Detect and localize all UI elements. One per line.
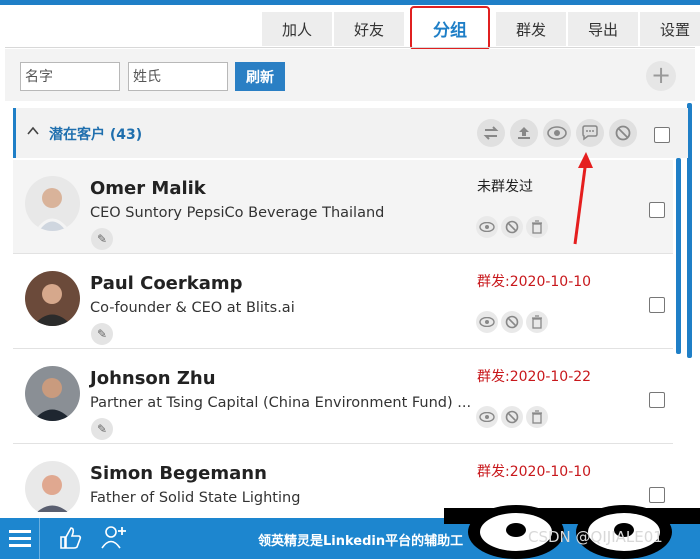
tab-friends[interactable]: 好友 <box>334 12 404 46</box>
contact-name[interactable]: Johnson Zhu <box>90 368 216 389</box>
contact-headline: Partner at Tsing Capital (China Environm… <box>90 395 472 411</box>
eye-icon[interactable] <box>476 406 498 428</box>
tab-groups[interactable]: 分组 <box>410 6 490 50</box>
group-title: 潜在客户 (43) <box>49 127 143 143</box>
edit-icon[interactable]: ✎ <box>91 323 113 345</box>
tab-settings[interactable]: 设置 <box>640 12 700 46</box>
avatar <box>25 271 80 326</box>
contact-headline: Co-founder & CEO at Blits.ai <box>90 300 295 316</box>
contact-headline: CEO Suntory PepsiCo Beverage Thailand <box>90 205 385 221</box>
block-icon[interactable] <box>501 216 523 238</box>
search-bar: 刷新 + <box>5 49 695 101</box>
trash-icon[interactable] <box>526 406 548 428</box>
eye-icon[interactable] <box>476 216 498 238</box>
contact-name[interactable]: Paul Coerkamp <box>90 273 243 294</box>
eye-icon[interactable] <box>543 119 571 147</box>
block-icon[interactable] <box>609 119 637 147</box>
glasses-watermark-icon <box>444 505 700 559</box>
last-name-input[interactable] <box>128 62 228 91</box>
list-item[interactable]: Paul Coerkamp Co-founder & CEO at Blits.… <box>13 255 673 349</box>
upload-icon[interactable] <box>510 119 538 147</box>
eye-icon[interactable] <box>476 311 498 333</box>
contact-select-checkbox[interactable] <box>649 297 665 313</box>
list-scrollbar[interactable] <box>676 158 681 354</box>
trash-icon[interactable] <box>526 311 548 333</box>
tab-add-people[interactable]: 加人 <box>262 12 332 46</box>
tab-export[interactable]: 导出 <box>568 12 638 46</box>
mass-message-status: 未群发过 <box>477 179 533 195</box>
mass-message-status: 群发:2020-10-22 <box>477 369 592 385</box>
add-group-button[interactable]: + <box>646 61 676 91</box>
top-accent-bar <box>0 0 700 5</box>
avatar <box>25 366 80 421</box>
contact-name[interactable]: Simon Begemann <box>90 463 267 484</box>
tab-mass-message[interactable]: 群发 <box>496 12 566 46</box>
hamburger-menu-icon[interactable] <box>0 518 40 559</box>
mass-message-status: 群发:2020-10-10 <box>477 274 592 290</box>
annotation-arrow <box>573 152 593 245</box>
group-select-checkbox[interactable] <box>654 127 670 143</box>
contact-headline: Father of Solid State Lighting <box>90 490 301 506</box>
thumbs-up-icon[interactable] <box>58 525 84 557</box>
avatar <box>25 461 80 512</box>
comment-icon[interactable] <box>576 119 604 147</box>
bottom-bar-tagline: 领英精灵是Linkedin平台的辅助工 <box>258 534 464 549</box>
contact-select-checkbox[interactable] <box>649 202 665 218</box>
block-icon[interactable] <box>501 406 523 428</box>
list-item[interactable]: Johnson Zhu Partner at Tsing Capital (Ch… <box>13 350 673 444</box>
chevron-up-icon[interactable] <box>26 124 40 138</box>
add-user-icon[interactable] <box>100 523 128 557</box>
avatar <box>25 176 80 231</box>
contact-select-checkbox[interactable] <box>649 392 665 408</box>
edit-icon[interactable]: ✎ <box>91 418 113 440</box>
edit-icon[interactable]: ✎ <box>91 228 113 250</box>
mass-message-status: 群发:2020-10-10 <box>477 464 592 480</box>
block-icon[interactable] <box>501 311 523 333</box>
tab-divider <box>5 47 695 48</box>
swap-icon[interactable] <box>477 119 505 147</box>
tab-bar: 加人 好友 分组 群发 导出 设置 <box>262 6 700 50</box>
refresh-button[interactable]: 刷新 <box>235 62 285 91</box>
first-name-input[interactable] <box>20 62 120 91</box>
watermark-text: CSDN @QIJIALE01 <box>528 528 663 546</box>
trash-icon[interactable] <box>526 216 548 238</box>
contact-name[interactable]: Omer Malik <box>90 178 206 199</box>
